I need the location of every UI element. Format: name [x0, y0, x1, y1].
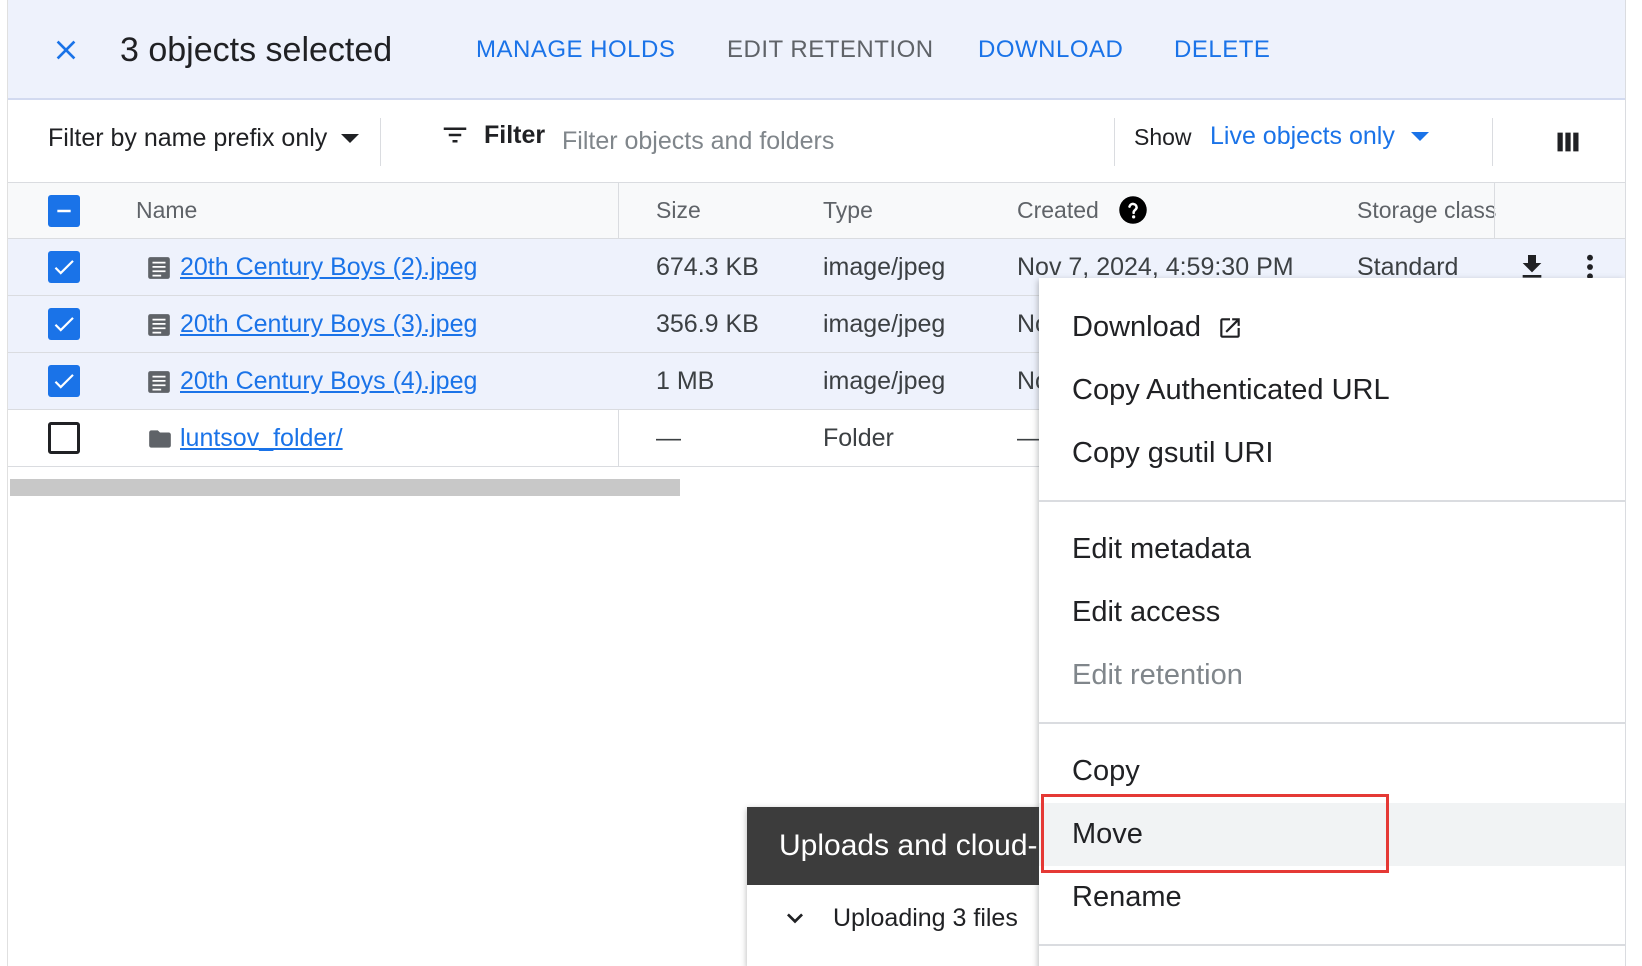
object-type: image/jpeg	[823, 367, 946, 395]
object-name-link[interactable]: 20th Century Boys (2).jpeg	[180, 253, 477, 282]
menu-item-label: Copy gsutil URI	[1072, 437, 1274, 469]
row-checkbox[interactable]	[48, 422, 80, 454]
object-size: 356.9 KB	[656, 310, 759, 338]
file-icon	[148, 371, 170, 393]
filter-label: Filter	[484, 120, 546, 149]
manage-holds-button[interactable]: MANAGE HOLDS	[476, 34, 675, 66]
column-header-size[interactable]: Size	[656, 197, 701, 224]
table-header: Name Size Type Created Storage class	[8, 182, 1625, 239]
row-checkbox[interactable]	[48, 308, 80, 340]
dropdown-caret-icon	[1410, 132, 1429, 141]
row-checkbox[interactable]	[48, 251, 80, 283]
show-objects-value: Live objects only	[1210, 122, 1395, 150]
object-name-link[interactable]: 20th Century Boys (4).jpeg	[180, 367, 477, 396]
column-header-type[interactable]: Type	[823, 197, 873, 224]
divider	[380, 118, 381, 166]
object-browser: 3 objects selected MANAGE HOLDS EDIT RET…	[8, 0, 1625, 966]
selection-toolbar: 3 objects selected MANAGE HOLDS EDIT RET…	[8, 0, 1625, 100]
menu-item-download[interactable]: Download	[1039, 296, 1625, 359]
download-button[interactable]: DOWNLOAD	[978, 34, 1123, 66]
file-icon	[148, 314, 170, 336]
indeterminate-icon	[57, 209, 71, 213]
object-type: image/jpeg	[823, 253, 946, 281]
object-size: —	[656, 424, 681, 452]
edit-retention-button[interactable]: EDIT RETENTION	[727, 34, 934, 66]
menu-item-move[interactable]: Move	[1039, 803, 1625, 866]
column-header-storage-class[interactable]: Storage class	[1357, 197, 1496, 224]
check-icon	[54, 260, 74, 275]
filter-objects-input[interactable]	[562, 118, 1112, 164]
uploads-status-toggle[interactable]: Uploading 3 files	[779, 902, 1018, 934]
menu-item-copy[interactable]: Copy	[1039, 740, 1625, 803]
help-icon	[1119, 196, 1147, 224]
left-edge	[0, 0, 8, 966]
chevron-down-icon	[787, 913, 803, 924]
menu-item-label: Move	[1072, 818, 1143, 850]
uploads-status: Uploading 3 files	[833, 903, 1018, 932]
delete-button[interactable]: DELETE	[1174, 34, 1270, 66]
row-checkbox[interactable]	[48, 365, 80, 397]
menu-item-label: Edit metadata	[1072, 533, 1251, 565]
menu-item-label: Rename	[1072, 881, 1182, 913]
folder-icon	[149, 430, 171, 448]
object-size: 1 MB	[656, 367, 715, 395]
divider	[1492, 118, 1493, 166]
menu-divider	[1039, 500, 1625, 502]
menu-item-rename[interactable]: Rename	[1039, 866, 1625, 929]
column-display-button[interactable]	[1548, 122, 1588, 162]
check-icon	[54, 317, 74, 332]
column-header-name[interactable]: Name	[136, 197, 197, 224]
filter-button[interactable]: Filter	[440, 120, 545, 150]
show-label: Show	[1134, 124, 1192, 150]
selection-count: 3 objects selected	[120, 31, 393, 69]
column-divider	[1494, 182, 1495, 239]
filter-icon	[443, 127, 467, 143]
file-icon	[148, 257, 170, 279]
menu-divider	[1039, 722, 1625, 724]
menu-item-copy-authenticated-url[interactable]: Copy Authenticated URL	[1039, 359, 1625, 422]
horizontal-scrollbar[interactable]	[10, 479, 680, 496]
close-selection-button[interactable]	[46, 30, 86, 70]
menu-item-edit-retention: Edit retention	[1039, 644, 1625, 707]
window-edge	[1625, 0, 1642, 966]
object-name-link[interactable]: 20th Century Boys (3).jpeg	[180, 310, 477, 339]
check-icon	[54, 374, 74, 389]
menu-item-label: Copy	[1072, 755, 1140, 787]
folder-name-link[interactable]: luntsov_folder/	[180, 424, 343, 453]
divider	[1114, 118, 1115, 166]
menu-item-label: Edit retention	[1072, 659, 1243, 691]
created-help-button[interactable]	[1118, 195, 1148, 230]
menu-item-label: Copy Authenticated URL	[1072, 374, 1390, 406]
columns-icon	[1557, 132, 1579, 152]
menu-item-label: Edit access	[1072, 596, 1221, 628]
filter-mode-dropdown[interactable]: Filter by name prefix only	[48, 124, 360, 153]
menu-divider	[1039, 944, 1625, 946]
object-size: 674.3 KB	[656, 253, 759, 281]
filter-mode-label: Filter by name prefix only	[48, 124, 328, 152]
column-header-created[interactable]: Created	[1017, 197, 1099, 224]
dropdown-caret-icon	[341, 134, 360, 143]
show-objects-dropdown[interactable]: Live objects only	[1210, 122, 1429, 151]
menu-item-edit-metadata[interactable]: Edit metadata	[1039, 518, 1625, 581]
object-type: Folder	[823, 424, 894, 452]
object-type: image/jpeg	[823, 310, 946, 338]
menu-item-copy-gsutil-uri[interactable]: Copy gsutil URI	[1039, 422, 1625, 485]
close-icon	[56, 40, 76, 60]
select-all-checkbox[interactable]	[48, 195, 80, 227]
menu-item-edit-access[interactable]: Edit access	[1039, 581, 1625, 644]
open-external-icon	[1220, 317, 1240, 338]
filter-bar: Filter by name prefix only Filter Show L…	[8, 100, 1625, 184]
menu-item-label: Download	[1072, 311, 1201, 343]
object-context-menu: Download Copy Authenticated URL Copy gsu…	[1039, 278, 1625, 966]
